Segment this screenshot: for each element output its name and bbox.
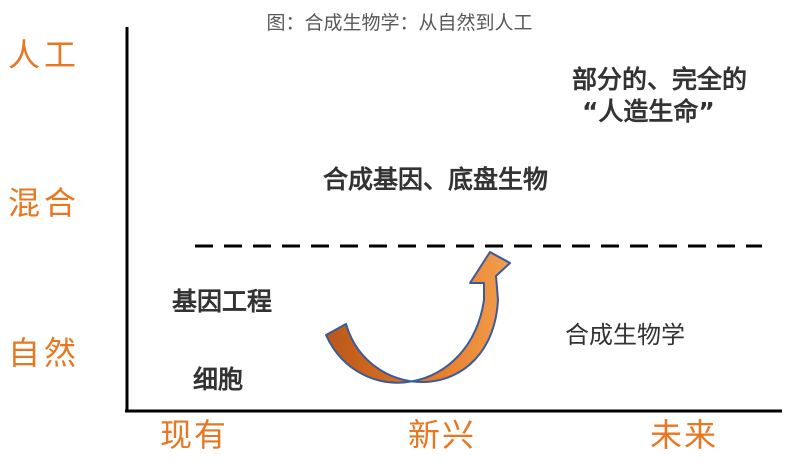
label-hybrid: 合成基因、底盘生物 [323, 165, 549, 194]
label-genetic-engineering: 基因工程 [172, 287, 273, 316]
label-synthetic-biology: 合成生物学 [565, 321, 685, 349]
transition-arrow-icon [325, 251, 511, 384]
label-artificial-life-line2: “人造生命” [582, 97, 715, 126]
label-cell: 细胞 [193, 365, 244, 394]
label-artificial-life-line1: 部分的、完全的 [572, 65, 748, 94]
